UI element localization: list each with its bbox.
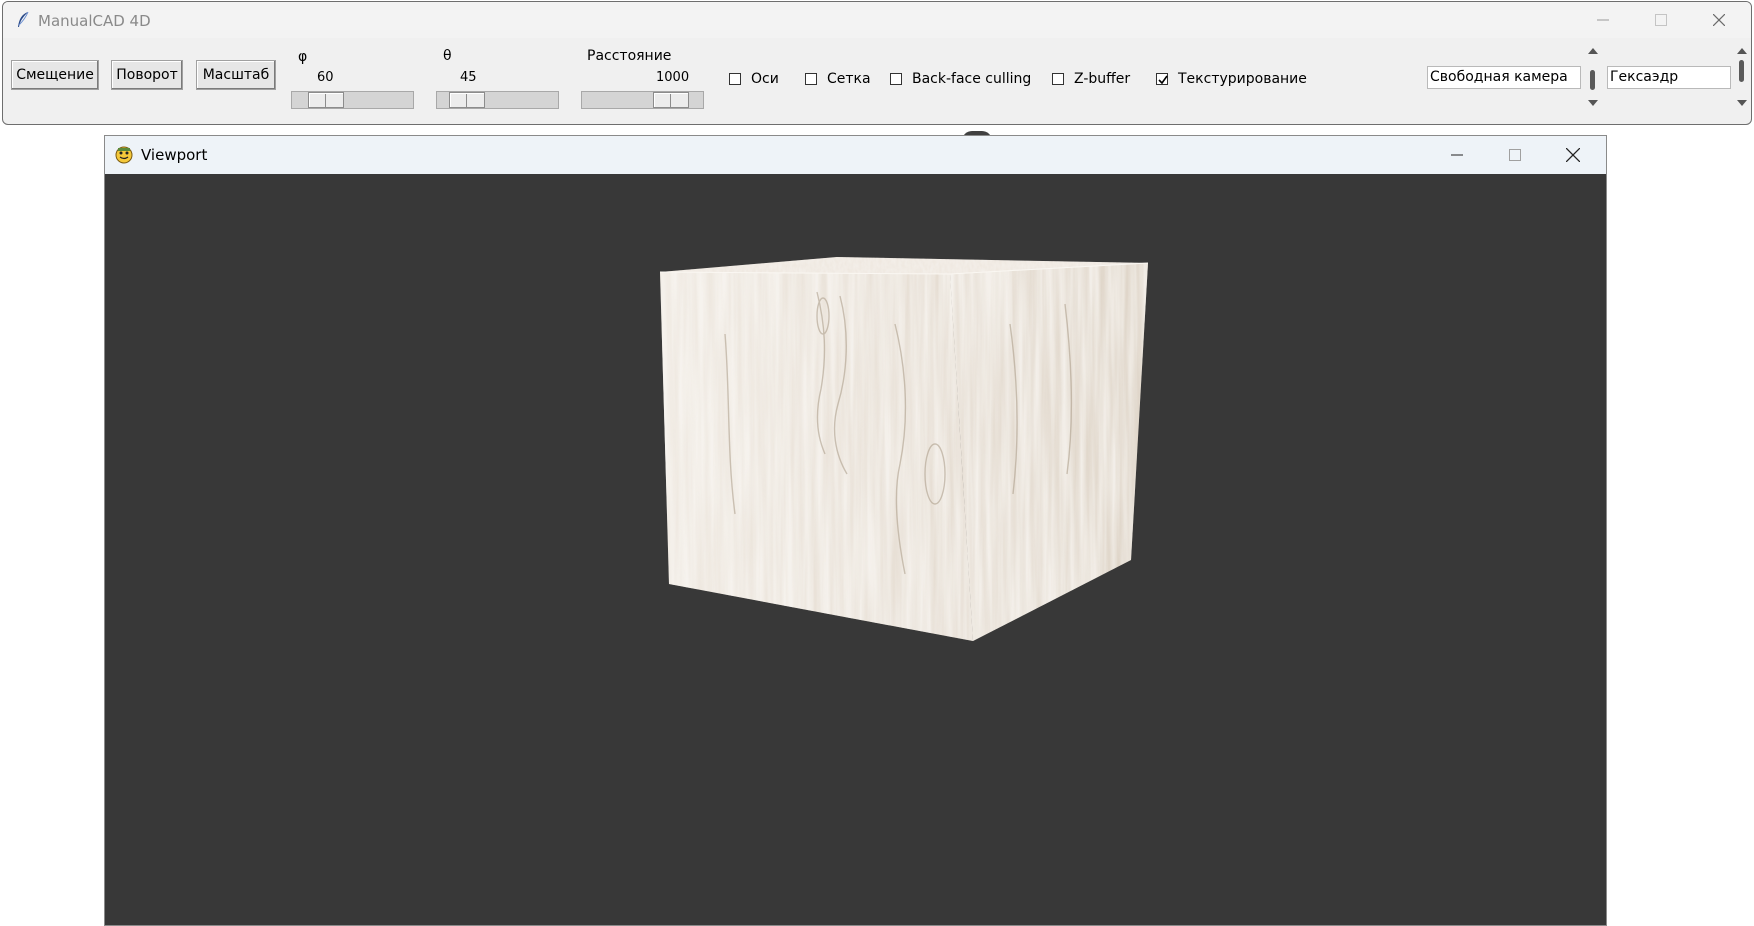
axes-checkbox[interactable]: Оси [729, 71, 779, 87]
close-button[interactable] [1690, 2, 1748, 38]
main-title-bar[interactable]: ManualCAD 4D [3, 2, 1751, 38]
camera-select-scrollbar[interactable] [1585, 42, 1601, 112]
offset-button[interactable]: Смещение [11, 60, 99, 90]
checkmark-icon [1158, 75, 1168, 85]
phi-scale[interactable] [291, 91, 414, 109]
pygame-icon [115, 146, 133, 164]
phi-scale-label: φ [298, 49, 308, 65]
checkbox-box[interactable] [1052, 73, 1064, 85]
grid-checkbox[interactable]: Сетка [805, 71, 871, 87]
theta-scale[interactable] [436, 91, 559, 109]
checkbox-label: Back-face culling [912, 71, 1032, 87]
checkbox-box[interactable] [805, 73, 817, 85]
distance-scale[interactable] [581, 91, 704, 109]
close-button[interactable] [1544, 136, 1602, 174]
maximize-button[interactable] [1486, 136, 1544, 174]
close-icon [1713, 14, 1725, 26]
phi-scale-value: 60 [317, 70, 334, 85]
distance-scale-label: Расстояние [587, 48, 672, 64]
camera-select[interactable]: Свободная камера [1427, 66, 1581, 89]
shape-select[interactable]: Гексаэдр [1607, 66, 1731, 89]
distance-scale-handle[interactable] [653, 92, 689, 108]
feather-icon [18, 11, 29, 27]
theta-scale-label: θ [443, 48, 452, 64]
cube-front-right-face [950, 263, 1148, 641]
distance-scale-value: 1000 [656, 70, 690, 85]
scroll-up-icon[interactable] [1587, 46, 1599, 56]
z-buffer-checkbox[interactable]: Z-buffer [1052, 71, 1130, 87]
viewport-window: Viewport [104, 135, 1607, 926]
minimize-button[interactable] [1428, 136, 1486, 174]
theta-scale-value: 45 [460, 70, 477, 85]
phi-scale-handle[interactable] [308, 92, 344, 108]
close-icon [1566, 148, 1580, 162]
checkbox-box[interactable] [1156, 73, 1168, 85]
theta-scale-handle[interactable] [449, 92, 485, 108]
minimize-button[interactable] [1574, 2, 1632, 38]
minimize-icon [1597, 19, 1609, 21]
rotate-button[interactable]: Поворот [111, 60, 183, 90]
checkbox-label: Текстурирование [1178, 71, 1307, 87]
scale-button[interactable]: Масштаб [196, 60, 276, 90]
checkbox-box[interactable] [890, 73, 902, 85]
viewport-title: Viewport [141, 146, 208, 164]
scene-render [659, 257, 1149, 641]
viewport-title-bar[interactable]: Viewport [105, 136, 1606, 174]
checkbox-label: Сетка [827, 71, 871, 87]
window-title: ManualCAD 4D [38, 12, 151, 30]
scroll-down-icon[interactable] [1736, 98, 1748, 108]
scrollbar-thumb[interactable] [1739, 60, 1744, 82]
viewport-canvas[interactable] [105, 174, 1606, 925]
maximize-button[interactable] [1632, 2, 1690, 38]
minimize-icon [1451, 154, 1463, 156]
maximize-icon [1655, 14, 1667, 26]
cube-front-left-face [660, 272, 973, 641]
scroll-down-icon[interactable] [1587, 98, 1599, 108]
backface-culling-checkbox[interactable]: Back-face culling [890, 71, 1031, 87]
texturing-checkbox[interactable]: Текстурирование [1156, 71, 1307, 87]
scroll-up-icon[interactable] [1736, 46, 1748, 56]
checkbox-label: Оси [751, 71, 779, 87]
checkbox-box[interactable] [729, 73, 741, 85]
checkbox-label: Z-buffer [1074, 71, 1131, 87]
shape-select-scrollbar[interactable] [1734, 42, 1750, 112]
manualcad-main-window: ManualCAD 4D Смещение Поворот Масштаб φ … [2, 1, 1752, 125]
scrollbar-thumb[interactable] [1590, 70, 1595, 90]
maximize-icon [1509, 149, 1521, 161]
